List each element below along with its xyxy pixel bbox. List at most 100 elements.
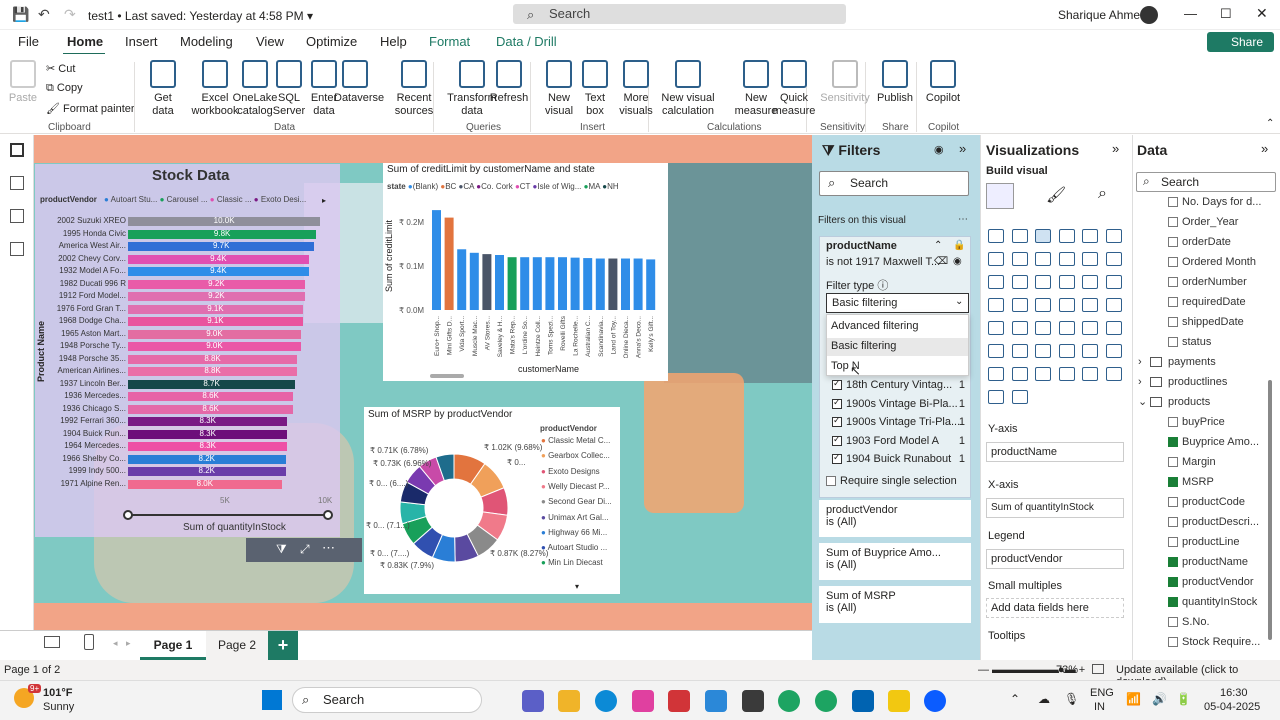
stock-bar[interactable]: 9.1K [128,316,303,326]
stock-bar[interactable]: 9.2K [128,279,305,289]
format-painter-button[interactable]: 🖌 Format painter [46,102,135,115]
build-visual-icon[interactable] [986,183,1014,209]
data-field-6[interactable]: shippedDate [1138,313,1268,331]
msrp-legend-item[interactable]: ● Min Lin Diecast [541,558,603,567]
eye-icon[interactable]: ◉ [934,143,944,156]
volume-icon[interactable]: 🔊 [1152,692,1167,706]
tab-page-2[interactable]: Page 2 [206,631,268,660]
data-field-15[interactable]: productCode [1138,493,1268,511]
report-view-icon[interactable] [10,143,24,157]
tab-page-1[interactable]: Page 1 [140,631,206,660]
menu-help[interactable]: Help [380,34,407,49]
msrp-legend-item[interactable]: ● Highway 66 Mi... [541,528,607,537]
viz-type-icon[interactable] [1105,367,1122,381]
checkbox-checked[interactable]: ✓ [832,415,842,428]
expand-icon[interactable]: › [1138,353,1150,371]
viz-type-icon[interactable] [1058,321,1075,335]
credit-bar[interactable] [545,257,555,310]
viz-type-icon[interactable] [1035,275,1051,289]
taskbar-search[interactable]: Search [292,687,482,713]
checkbox[interactable] [1168,257,1178,268]
viz-type-icon[interactable] [1105,275,1122,289]
viz-type-icon[interactable] [1082,321,1098,335]
credit-bar[interactable] [608,258,618,310]
data-field-8[interactable]: › payments [1138,353,1268,371]
require-single-selection[interactable]: Require single selection [826,475,957,487]
viz-type-icon[interactable] [988,229,1004,243]
stock-bar[interactable]: 8.2K [128,454,286,464]
filter-list-item[interactable]: ✓ 1900s Vintage Tri-Pla... 1 [832,415,965,428]
checkbox-checked[interactable]: ✓ [832,397,842,409]
data-field-9[interactable]: › productlines [1138,373,1268,391]
global-search[interactable]: Search [513,4,846,24]
data-field-11[interactable]: buyPrice [1138,413,1268,431]
next-page-icon[interactable]: ▸ [126,638,131,649]
checkbox[interactable] [1168,617,1178,628]
viz-type-icon[interactable] [1058,367,1075,381]
stock-bar[interactable]: 9.7K [128,241,315,251]
menu-data-drill[interactable]: Data / Drill [496,34,557,49]
power-bi-icon[interactable] [888,690,910,712]
data-field-1[interactable]: Order_Year [1138,213,1268,231]
data-field-2[interactable]: orderDate [1138,233,1268,251]
stock-bar[interactable]: 9.0K [128,341,301,351]
viz-type-icon[interactable] [988,390,1004,404]
viz-type-icon[interactable] [1011,390,1028,404]
lock-icon[interactable]: 🔒 [953,240,965,251]
collapse-filters-icon[interactable]: » [959,141,966,156]
viz-type-icon[interactable] [1035,321,1051,335]
viz-type-icon[interactable] [1035,298,1051,312]
stock-bar[interactable]: 9.4K [128,254,309,264]
data-field-22[interactable]: Stock Require... [1138,633,1268,651]
viz-type-icon[interactable] [1105,252,1122,266]
clock-time[interactable]: 16:30 [1220,687,1248,699]
viz-type-icon[interactable] [988,275,1004,289]
save-icon[interactable]: 💾 [12,6,29,23]
stock-bar[interactable]: 8.6K [128,391,294,401]
checkbox[interactable] [1168,277,1178,288]
onedrive-icon[interactable]: ☁ [1038,692,1050,706]
menu-optimize[interactable]: Optimize [306,34,357,49]
data-field-14[interactable]: MSRP [1138,473,1268,491]
desktop-layout-icon[interactable] [44,636,60,648]
viz-type-icon[interactable] [988,367,1004,381]
data-field-7[interactable]: status [1138,333,1268,351]
collapse-data-icon[interactable]: » [1261,141,1268,156]
copy-button[interactable]: ⧉ Copy [46,82,83,95]
ribbon-data-button-5[interactable]: Dataverse [334,60,384,105]
viz-type-icon[interactable] [1011,229,1028,243]
stock-bar[interactable]: 9.1K [128,304,303,314]
option-basic[interactable]: Basic filtering [831,340,896,352]
ribbon-copilot-button-0[interactable]: Copilot [922,60,964,105]
credit-bar[interactable] [558,257,567,310]
small-multiples-drop[interactable]: Add data fields here [986,598,1124,618]
collapse-ribbon-icon[interactable]: ⌃ [1266,118,1274,129]
fit-page-icon[interactable] [1092,664,1104,674]
ribbon-data-button-0[interactable]: Get data [142,60,184,118]
model-view-icon[interactable] [10,209,24,223]
ribbon-queries-button-1[interactable]: Refresh [488,60,530,105]
legend-field[interactable]: productVendor [986,549,1124,569]
menu-home[interactable]: Home [67,34,103,49]
stock-bar[interactable]: 8.0K [128,479,282,489]
credit-bar[interactable] [595,258,605,310]
viz-type-icon[interactable] [988,344,1004,358]
checkbox-checked[interactable] [1168,597,1178,608]
data-field-0[interactable]: No. Days for d... [1138,193,1268,211]
filter-list-item[interactable]: ✓ 1904 Buick Runabout 1 [832,452,965,465]
stock-bar[interactable]: 8.3K [128,429,288,439]
stock-bar[interactable]: 8.6K [128,404,294,414]
viz-type-icon[interactable] [1058,275,1075,289]
visibility-icon[interactable]: ◉ [953,256,962,267]
collapse-card-icon[interactable]: ⌃ [934,240,942,251]
viz-type-icon[interactable] [1058,229,1075,243]
stock-bar[interactable]: 9.8K [128,229,317,239]
wifi-icon[interactable]: 📶 [1126,692,1141,706]
range-slider-left-handle[interactable] [123,510,133,520]
data-field-20[interactable]: quantityInStock [1138,593,1268,611]
checkbox-checked[interactable] [1168,577,1178,588]
notepad-icon[interactable] [852,690,874,712]
menu-insert[interactable]: Insert [125,34,158,49]
stock-bar[interactable]: 8.2K [128,466,286,476]
data-field-3[interactable]: Ordered Month [1138,253,1268,271]
